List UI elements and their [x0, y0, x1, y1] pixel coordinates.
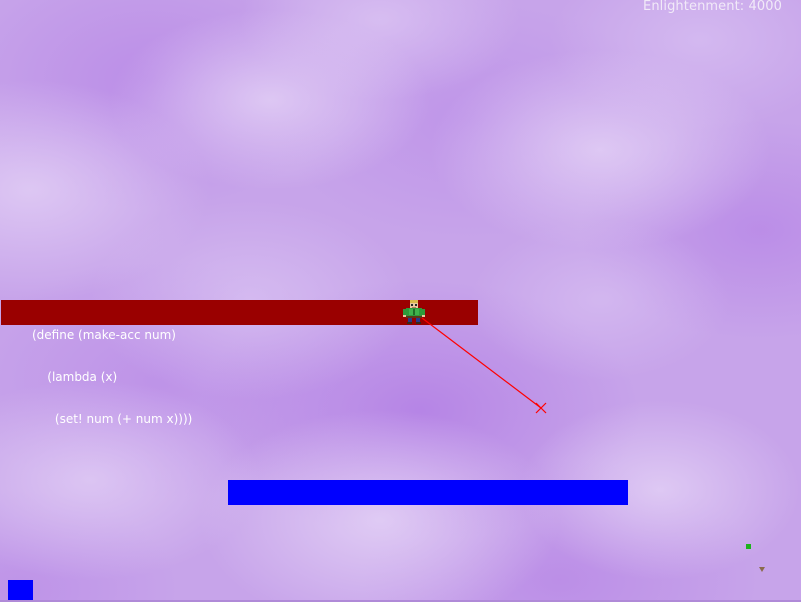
code-line-2: (lambda (x) [32, 370, 118, 384]
score-label: Enlightenment: [643, 0, 745, 14]
player-character-icon[interactable] [401, 299, 427, 324]
code-line-1: (define (make-acc num) [32, 328, 176, 342]
blue-platform [228, 480, 628, 505]
aim-line [421, 317, 542, 409]
enlightenment-score: Enlightenment: 4000 [643, 0, 782, 14]
score-value: 4000 [748, 0, 782, 14]
blue-block [8, 580, 33, 600]
triangle-marker-icon [759, 567, 765, 572]
code-line-3: (set! num (+ num x)))) [32, 412, 193, 426]
game-view[interactable]: Enlightenment: 4000 (define (make-acc nu… [0, 0, 801, 602]
green-pickup-icon [746, 544, 751, 549]
aim-crosshair-icon [535, 402, 547, 414]
scheme-code-text: (define (make-acc num) (lambda (x) (set!… [32, 300, 192, 454]
